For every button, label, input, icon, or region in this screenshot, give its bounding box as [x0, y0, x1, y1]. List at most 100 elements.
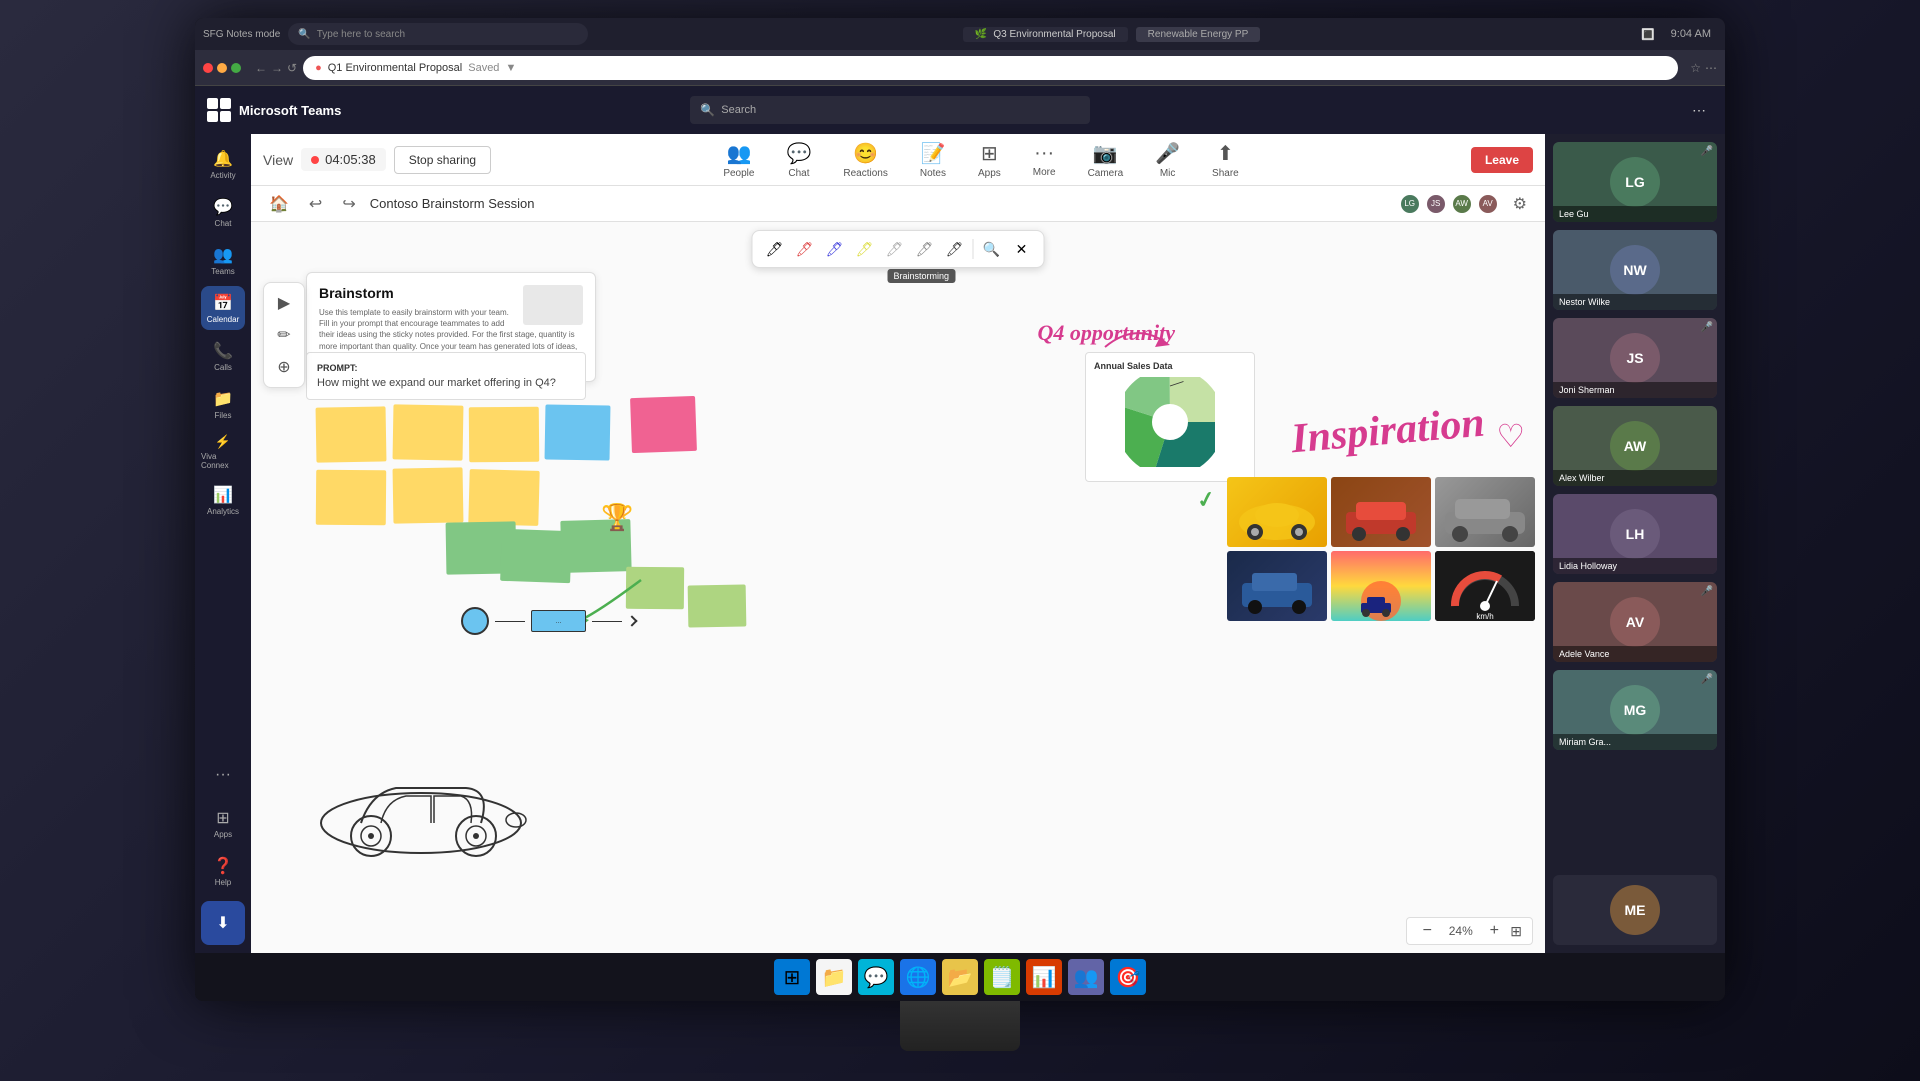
taskbar-onenote-btn[interactable]: 🗒️: [984, 959, 1020, 995]
chat-btn[interactable]: 💬 Chat: [778, 137, 819, 183]
sidebar-item-apps[interactable]: ⊞ Apps: [201, 801, 245, 845]
mic-btn[interactable]: 🎤 Mic: [1147, 137, 1188, 183]
participant-card-adele[interactable]: AV Adele Vance 🎤: [1553, 582, 1717, 662]
sticky-yellow-1[interactable]: [316, 406, 387, 462]
sidebar-item-chat[interactable]: 💬 Chat: [201, 190, 245, 234]
browser-tab-1[interactable]: 🌿 Q3 Environmental Proposal: [963, 27, 1128, 42]
mic-icon-adele: 🎤: [1701, 586, 1713, 597]
tool-pen-black[interactable]: 🖊: [763, 237, 787, 261]
browser-forward[interactable]: →: [271, 61, 283, 75]
tool-pencil[interactable]: ✏: [270, 321, 298, 349]
sticky-lime-2[interactable]: [688, 584, 747, 627]
tool-pen-red[interactable]: 🖊: [793, 237, 817, 261]
windows-search-bar[interactable]: 🔍 Type here to search: [288, 23, 588, 45]
tool-arrow[interactable]: ▶: [270, 289, 298, 317]
win-controls[interactable]: 🔳 9:04 AM: [1635, 26, 1717, 43]
browser-max-btn[interactable]: [231, 63, 241, 73]
apps-btn[interactable]: ⊞ Apps: [970, 137, 1009, 183]
notes-btn[interactable]: 📝 Notes: [912, 137, 954, 183]
browser-reload[interactable]: ↺: [287, 61, 297, 75]
leave-button[interactable]: Leave: [1471, 147, 1533, 173]
stop-sharing-button[interactable]: Stop sharing: [394, 146, 491, 174]
sidebar-item-help[interactable]: ❓ Help: [201, 849, 245, 893]
tool-pen-gray[interactable]: 🖊: [913, 237, 937, 261]
zoom-fit-btn[interactable]: ⊞: [1510, 923, 1522, 940]
zoom-out-btn[interactable]: −: [1417, 922, 1437, 940]
browser-settings[interactable]: ⋯: [1705, 61, 1717, 75]
meeting-toolbar: View 04:05:38 Stop sharing 👥 People: [251, 134, 1545, 186]
camera-btn[interactable]: 📷 Camera: [1080, 137, 1132, 183]
participant-card-nestor[interactable]: NW Nestor Wilke: [1553, 230, 1717, 310]
whiteboard-nav: 🏠 ↩ ↪ Contoso Brainstorm Session LG JS A…: [251, 186, 1545, 222]
participant-card-alex[interactable]: AW Alex Wilber: [1553, 406, 1717, 486]
win-minimize[interactable]: 🔳: [1635, 26, 1661, 43]
taskbar-teams-btn[interactable]: 👥: [1068, 959, 1104, 995]
sidebar-item-files[interactable]: 📁 Files: [201, 382, 245, 426]
sidebar-item-calls[interactable]: 📞 Calls: [201, 334, 245, 378]
car-img-blue: [1227, 551, 1327, 621]
participant-name-miriam: Miriam Gra...: [1553, 734, 1717, 750]
tool-pen-yellow[interactable]: 🖊: [853, 237, 877, 261]
brainstorm-thumbnail: [523, 285, 583, 325]
sidebar-item-viva[interactable]: ⚡ Viva Connex: [201, 430, 245, 474]
q4-annotation: Q4 opportunity: [1037, 320, 1175, 346]
sticky-yellow-2[interactable]: [393, 404, 464, 460]
participant-card-miriam[interactable]: MG Miriam Gra... 🎤: [1553, 670, 1717, 750]
nav-undo-btn[interactable]: ↩: [303, 192, 328, 216]
wb-avatar-4: AV: [1477, 193, 1499, 215]
browser-min-btn[interactable]: [217, 63, 227, 73]
browser-close-btn[interactable]: [203, 63, 213, 73]
self-avatar: ME: [1610, 885, 1660, 935]
sidebar-item-teams[interactable]: 👥 Teams: [201, 238, 245, 282]
sidebar-item-calendar[interactable]: 📅 Calendar: [201, 286, 245, 330]
sticky-yellow-5[interactable]: [393, 467, 464, 523]
participant-name-lidia: Lidia Holloway: [1553, 558, 1717, 574]
teams-settings-btn[interactable]: ⋯: [1685, 96, 1713, 124]
people-btn[interactable]: 👥 People: [715, 137, 762, 183]
tool-pen-dark[interactable]: 🖊: [943, 237, 967, 261]
taskbar-extra-btn[interactable]: 🎯: [1110, 959, 1146, 995]
sticky-yellow-3[interactable]: [469, 407, 539, 463]
taskbar-folder-btn[interactable]: 📂: [942, 959, 978, 995]
browser-tab-2[interactable]: Renewable Energy PP: [1136, 27, 1261, 42]
browser-back[interactable]: ←: [255, 61, 267, 75]
tool-add[interactable]: ⊕: [270, 353, 298, 381]
participant-card-lidia[interactable]: LH Lidia Holloway: [1553, 494, 1717, 574]
taskbar-ppt-btn[interactable]: 📊: [1026, 959, 1062, 995]
sidebar-item-analytics[interactable]: 📊 Analytics: [201, 478, 245, 522]
taskbar-files-btn[interactable]: 📁: [816, 959, 852, 995]
nav-home-btn[interactable]: 🏠: [263, 192, 295, 216]
tool-search[interactable]: 🔍: [980, 237, 1004, 261]
more-btn[interactable]: ··· More: [1025, 138, 1064, 182]
inspiration-text: Inspiration: [1290, 399, 1487, 464]
tool-close[interactable]: ✕: [1010, 237, 1034, 261]
nav-redo-btn[interactable]: ↪: [336, 192, 361, 216]
prompt-card[interactable]: PROMPT: How might we expand our market o…: [306, 352, 586, 400]
tool-pen-blue[interactable]: 🖊: [823, 237, 847, 261]
sticky-blue-1[interactable]: [545, 404, 611, 460]
taskbar-chat-btn[interactable]: 💬: [858, 959, 894, 995]
participant-card-joni[interactable]: JS Joni Sherman 🎤: [1553, 318, 1717, 398]
sidebar-item-activity[interactable]: 🔔 Activity: [201, 142, 245, 186]
tool-pen-light[interactable]: 🖊: [883, 237, 907, 261]
reactions-btn[interactable]: 😊 Reactions: [835, 137, 895, 183]
speedometer-svg: km/h: [1435, 551, 1535, 621]
sidebar-item-more[interactable]: ···: [201, 753, 245, 797]
sticky-yellow-6[interactable]: [468, 469, 539, 526]
whiteboard-canvas[interactable]: 🖊 🖊 🖊 🖊 🖊 🖊 🖊 🔍 ✕ Brainstorming: [251, 222, 1545, 953]
avatar-miriam: MG: [1610, 685, 1660, 735]
teams-search-bar[interactable]: 🔍 Search: [690, 96, 1090, 124]
taskbar-windows-btn[interactable]: ⊞: [774, 959, 810, 995]
zoom-in-btn[interactable]: +: [1484, 922, 1504, 940]
view-btn[interactable]: View: [263, 152, 293, 168]
participant-card-lee-gu[interactable]: LG Lee Gu 🎤: [1553, 142, 1717, 222]
browser-bookmark[interactable]: ☆: [1690, 61, 1701, 75]
sticky-pink-1[interactable]: [630, 396, 697, 453]
sidebar-download-item[interactable]: ⬇: [201, 901, 245, 945]
taskbar-browser-btn[interactable]: 🌐: [900, 959, 936, 995]
share-btn[interactable]: ⬆ Share: [1204, 137, 1247, 183]
wb-settings-btn[interactable]: ⚙: [1507, 192, 1533, 216]
chart-title: Annual Sales Data: [1094, 361, 1246, 371]
sticky-yellow-4[interactable]: [316, 470, 386, 526]
sales-chart[interactable]: Annual Sales Data: [1085, 352, 1255, 482]
